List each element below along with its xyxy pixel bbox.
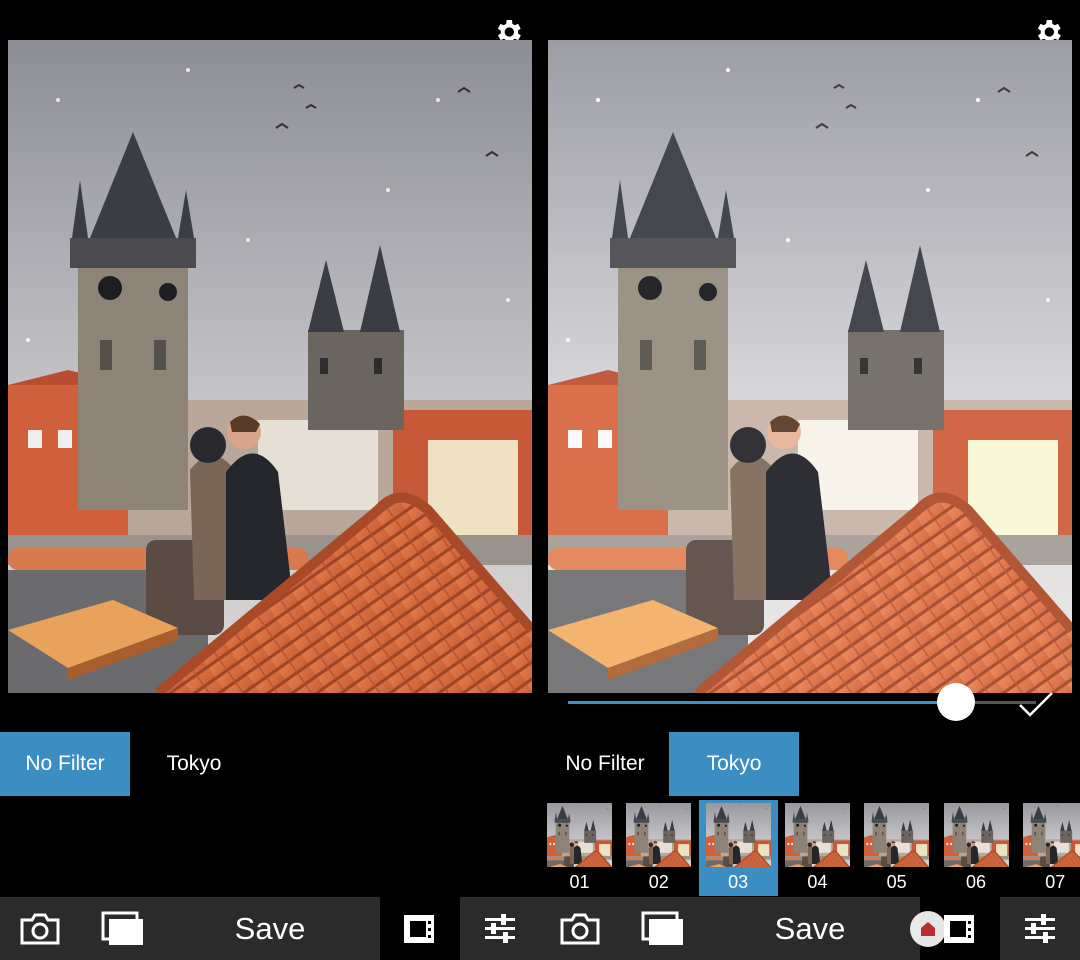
slider-track-filled xyxy=(568,701,956,704)
gallery-button[interactable] xyxy=(88,897,158,960)
thumbnail-label: 07 xyxy=(1045,872,1066,892)
film-icon xyxy=(944,914,974,943)
thumbnail-image xyxy=(864,803,929,867)
left-screen: No Filter Tokyo Save xyxy=(0,0,540,960)
thumbnail-image xyxy=(785,803,850,867)
filter-thumbnail-strip: 01 02 03 04 05 06 07 xyxy=(540,800,1080,896)
tab-tokyo[interactable]: Tokyo xyxy=(669,732,799,796)
adjust-button[interactable] xyxy=(1000,897,1080,960)
watermark-logo xyxy=(910,911,946,947)
gallery-button[interactable] xyxy=(628,897,698,960)
filter-tabs: No Filter Tokyo xyxy=(540,732,1080,796)
filter-thumbnail[interactable]: 03 xyxy=(698,800,778,896)
thumbnail-image xyxy=(626,803,691,867)
thumbnail-image xyxy=(1023,803,1080,867)
camera-button[interactable] xyxy=(540,897,620,960)
tab-tokyo[interactable]: Tokyo xyxy=(129,732,259,796)
thumbnail-image xyxy=(547,803,612,867)
checkmark-icon[interactable] xyxy=(1018,690,1054,718)
bottom-toolbar: Save xyxy=(540,897,1080,960)
camera-icon xyxy=(20,913,60,944)
gallery-icon xyxy=(101,911,143,945)
tab-no-filter[interactable]: No Filter xyxy=(0,732,130,796)
thumbnail-label: 04 xyxy=(807,872,828,892)
camera-icon xyxy=(560,913,600,944)
filter-thumbnail[interactable]: 02 xyxy=(619,800,698,896)
thumbnail-image xyxy=(944,803,1009,867)
thumbnail-label: 02 xyxy=(648,872,669,892)
camera-button[interactable] xyxy=(0,897,80,960)
sliders-icon xyxy=(485,913,515,943)
thumbnail-label: 05 xyxy=(886,872,907,892)
adjust-button[interactable] xyxy=(460,897,540,960)
save-button[interactable]: Save xyxy=(160,897,380,960)
save-button[interactable]: Save xyxy=(700,897,920,960)
filter-thumbnail[interactable]: 05 xyxy=(857,800,936,896)
filter-intensity-slider[interactable] xyxy=(568,680,1036,724)
photo-preview xyxy=(8,40,532,693)
tab-no-filter[interactable]: No Filter xyxy=(540,732,670,796)
filter-thumbnail[interactable]: 04 xyxy=(778,800,857,896)
thumbnail-label: 06 xyxy=(965,872,987,892)
thumbnail-label: 01 xyxy=(569,872,590,892)
filter-thumbnail[interactable]: 07 xyxy=(1016,800,1080,896)
right-screen: No Filter Tokyo 01 02 03 04 05 06 07 Save xyxy=(540,0,1080,960)
photo-preview xyxy=(548,40,1072,693)
film-icon xyxy=(404,914,434,943)
filter-thumbnail[interactable]: 01 xyxy=(540,800,619,896)
filter-thumbnail[interactable]: 06 xyxy=(937,800,1016,896)
filter-tabs: No Filter Tokyo xyxy=(0,732,540,796)
filter-button[interactable] xyxy=(380,897,460,960)
thumbnail-label: 03 xyxy=(728,872,749,892)
thumbnail-image xyxy=(706,803,771,867)
gallery-icon xyxy=(641,911,683,945)
slider-thumb[interactable] xyxy=(937,683,975,721)
bottom-toolbar: Save xyxy=(0,897,540,960)
sliders-icon xyxy=(1025,913,1055,943)
